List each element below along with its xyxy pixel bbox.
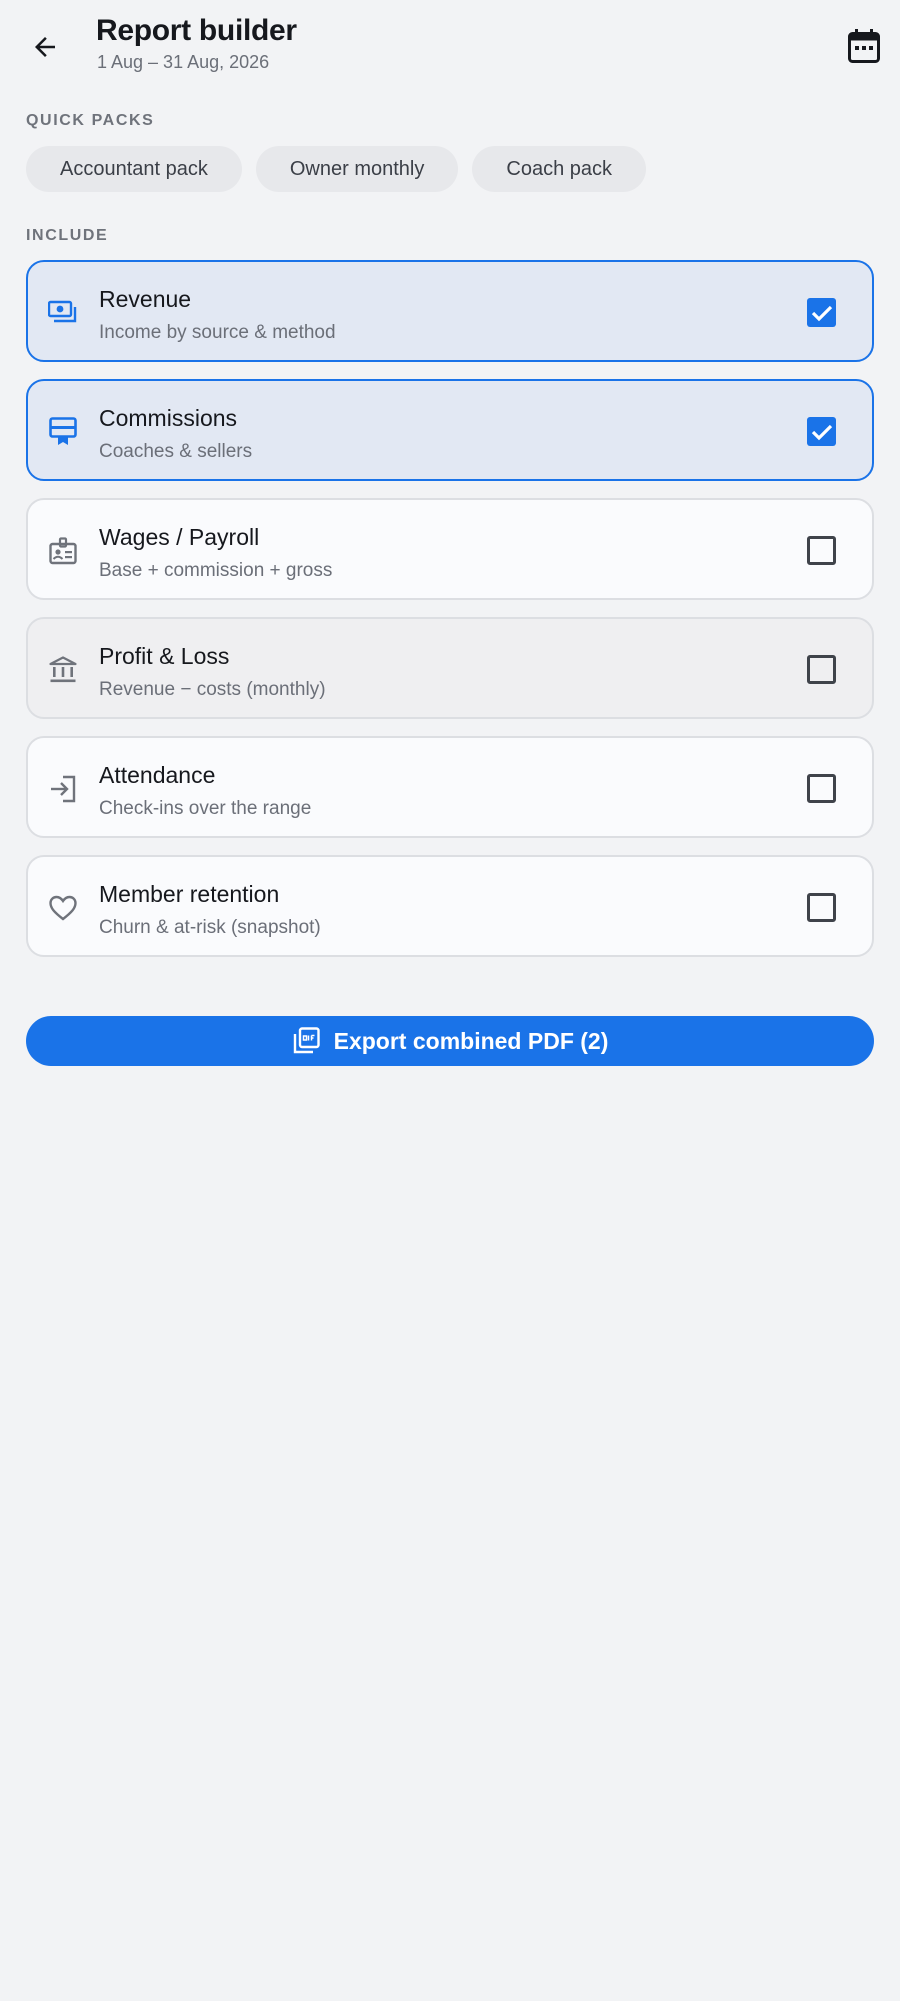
- quick-packs-label: QUICK PACKS: [26, 112, 155, 129]
- export-combined-pdf-button[interactable]: Export combined PDF (2): [26, 1016, 874, 1066]
- bank-icon: [48, 655, 78, 685]
- back-button[interactable]: [22, 24, 68, 70]
- report-item-title: Profit & Loss: [99, 643, 230, 669]
- badge-icon: [48, 536, 78, 566]
- top-app-bar: Report builder 1 Aug – 31 Aug, 2026: [0, 0, 900, 92]
- report-item-revenue[interactable]: Revenue Income by source & method: [26, 260, 874, 362]
- report-item-wages-payroll[interactable]: Wages / Payroll Base + commission + gros…: [26, 498, 874, 600]
- quick-packs-chips: Accountant pack Owner monthly Coach pack: [26, 146, 646, 192]
- report-item-subtitle: Check-ins over the range: [99, 798, 312, 819]
- report-item-attendance[interactable]: Attendance Check-ins over the range: [26, 736, 874, 838]
- heart-icon: [48, 893, 78, 923]
- report-item-subtitle: Income by source & method: [99, 322, 336, 343]
- payments-icon: [48, 298, 78, 328]
- page-title: Report builder: [96, 14, 297, 47]
- report-item-title: Wages / Payroll: [99, 524, 260, 550]
- checkbox-member-retention[interactable]: [807, 893, 836, 922]
- report-item-member-retention[interactable]: Member retention Churn & at-risk (snapsh…: [26, 855, 874, 957]
- checkbox-profit-loss[interactable]: [807, 655, 836, 684]
- pdf-stack-icon: [293, 1027, 320, 1054]
- report-item-title: Commissions: [99, 405, 238, 431]
- checkbox-attendance[interactable]: [807, 774, 836, 803]
- report-item-title: Member retention: [99, 881, 280, 907]
- checkbox-revenue[interactable]: [807, 298, 836, 327]
- chip-coach-pack[interactable]: Coach pack: [472, 146, 646, 192]
- report-list: Revenue Income by source & method Commis…: [26, 260, 874, 974]
- check-icon: [811, 305, 832, 321]
- report-item-commissions[interactable]: Commissions Coaches & sellers: [26, 379, 874, 481]
- report-item-subtitle: Revenue − costs (monthly): [99, 679, 326, 700]
- login-icon: [48, 774, 78, 804]
- calendar-button[interactable]: [842, 24, 886, 68]
- chip-accountant-pack[interactable]: Accountant pack: [26, 146, 242, 192]
- chip-owner-monthly[interactable]: Owner monthly: [255, 146, 459, 192]
- calendar-icon: [848, 29, 880, 63]
- checkbox-commissions[interactable]: [807, 417, 836, 446]
- report-item-title: Revenue: [99, 286, 192, 312]
- report-item-title: Attendance: [99, 762, 216, 788]
- checkbox-wages-payroll[interactable]: [807, 536, 836, 565]
- date-range: 1 Aug – 31 Aug, 2026: [97, 52, 270, 72]
- check-icon: [811, 424, 832, 440]
- export-button-label: Export combined PDF (2): [333, 1027, 609, 1054]
- report-item-subtitle: Churn & at-risk (snapshot): [99, 917, 321, 938]
- include-label: INCLUDE: [26, 227, 109, 244]
- arrow-back-icon: [35, 37, 55, 57]
- report-item-subtitle: Base + commission + gross: [99, 560, 333, 581]
- report-item-subtitle: Coaches & sellers: [99, 441, 253, 462]
- card-membership-icon: [48, 417, 78, 447]
- report-item-profit-loss[interactable]: Profit & Loss Revenue − costs (monthly): [26, 617, 874, 719]
